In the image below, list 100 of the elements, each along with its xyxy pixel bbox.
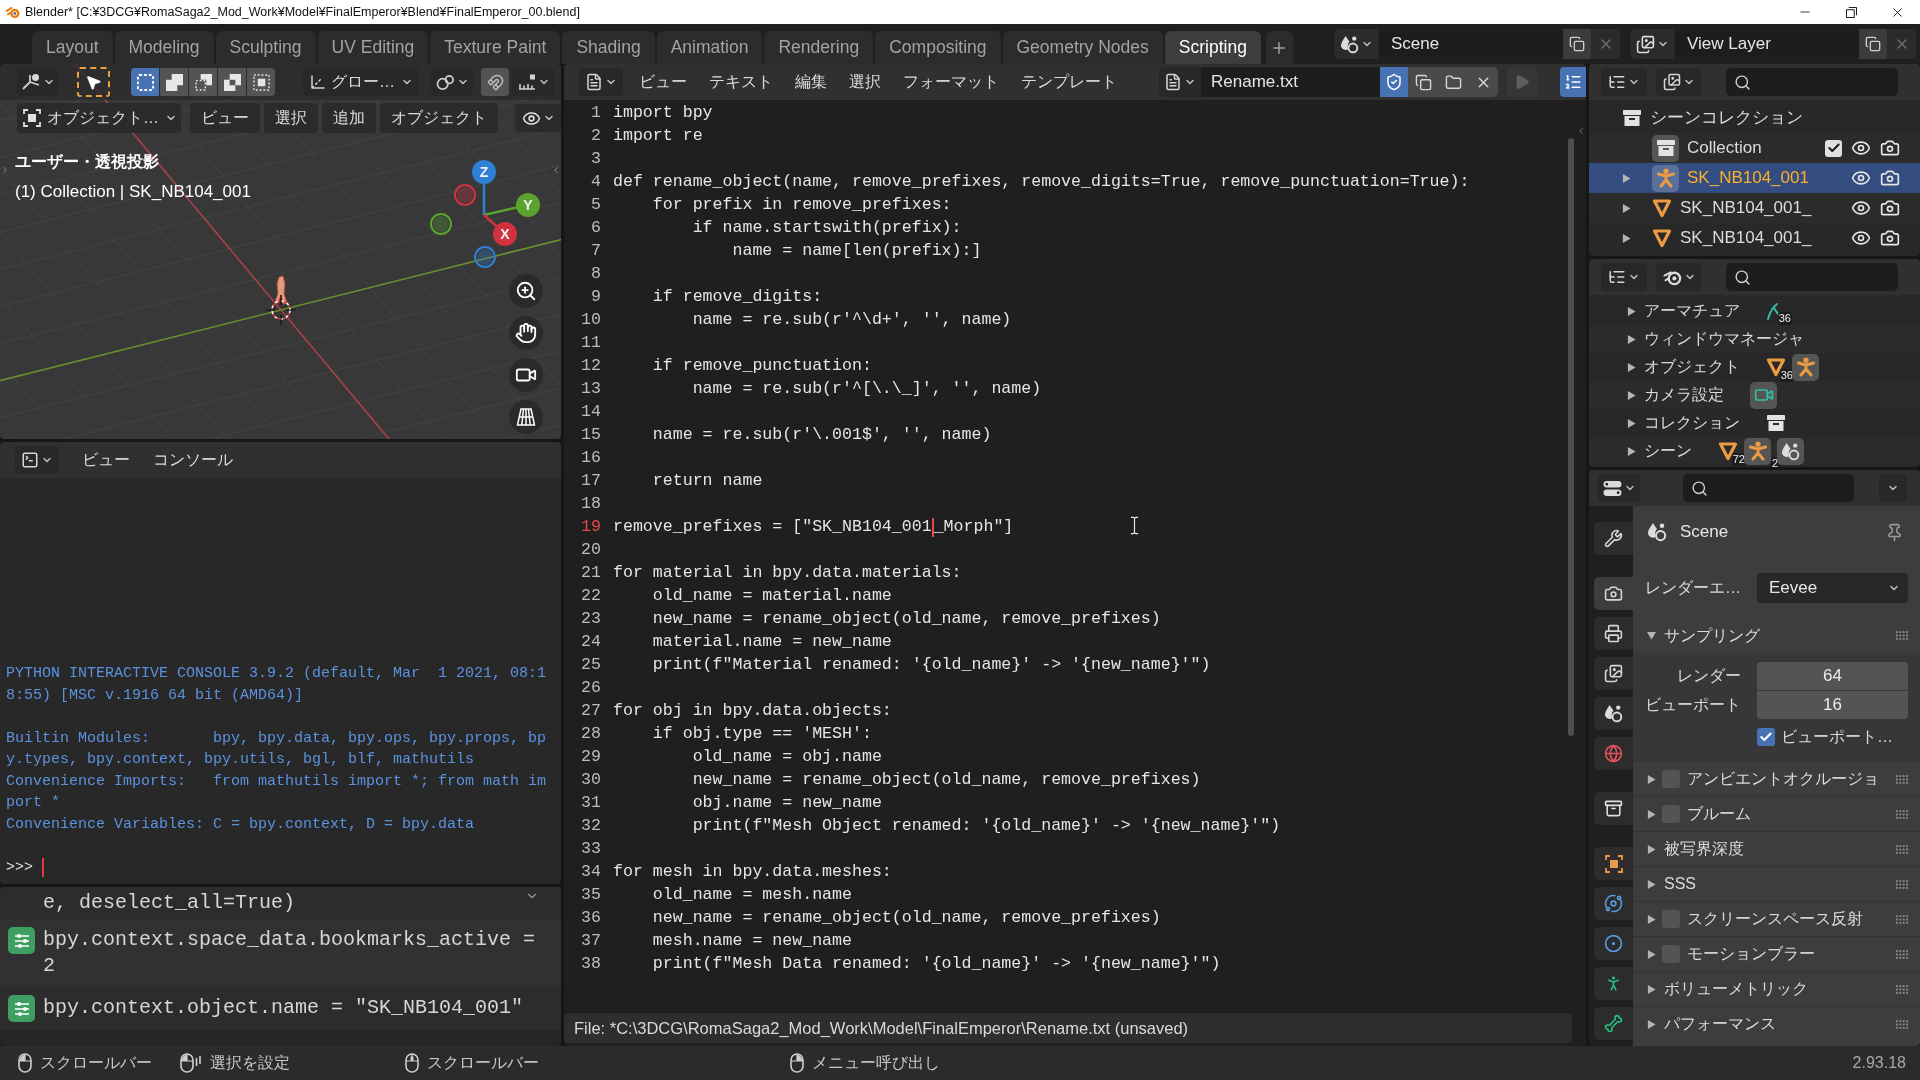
editor-type-button[interactable]: [1598, 474, 1640, 502]
orientation-dropdown[interactable]: グロー…: [303, 68, 419, 96]
workspace-tab[interactable]: Compositing: [875, 31, 1001, 64]
outliner-row[interactable]: SK_NB104_001: [1589, 163, 1920, 193]
properties-tab[interactable]: [1594, 657, 1633, 690]
panel-header[interactable]: モーションブラー: [1633, 936, 1920, 971]
properties-tab[interactable]: [1594, 1007, 1633, 1040]
filter-dropdown[interactable]: [1656, 263, 1702, 291]
properties-tab[interactable]: [1594, 967, 1633, 1000]
menu-button[interactable]: 選択: [264, 103, 318, 133]
camera-icon[interactable]: [1880, 138, 1900, 158]
number-field[interactable]: 64: [1757, 661, 1908, 690]
add-workspace-button[interactable]: [1265, 31, 1293, 64]
panel-header[interactable]: スクリーンスペース反射: [1633, 901, 1920, 936]
workspace-tab[interactable]: Animation: [656, 31, 763, 64]
mode-dropdown[interactable]: オブジェクト…: [17, 103, 181, 133]
number-field[interactable]: 16: [1757, 690, 1908, 719]
display-mode-dropdown[interactable]: [1601, 68, 1647, 96]
text-name-field[interactable]: Rename.txt: [1201, 67, 1380, 97]
workspace-tab[interactable]: UV Editing: [317, 31, 429, 64]
properties-tab[interactable]: [1594, 617, 1633, 650]
properties-tab[interactable]: [1594, 697, 1633, 730]
duplicate-button[interactable]: [1563, 29, 1591, 59]
panel-header[interactable]: サンプリング: [1633, 618, 1920, 653]
triangle-right-icon[interactable]: [1627, 334, 1636, 344]
triangle-right-icon[interactable]: [1647, 914, 1656, 924]
eye-icon[interactable]: [1851, 228, 1871, 248]
menu-button[interactable]: ビュー: [639, 70, 687, 94]
triangle-right-icon[interactable]: [1647, 1019, 1656, 1029]
selection-mode-button[interactable]: [218, 68, 246, 96]
triangle-right-icon[interactable]: [1647, 879, 1656, 889]
line-numbers-toggle[interactable]: [1560, 67, 1586, 97]
drag-handle-icon[interactable]: [1896, 949, 1908, 959]
drag-handle-icon[interactable]: [1896, 631, 1908, 640]
workspace-tab[interactable]: Layout: [32, 31, 113, 64]
workspace-tab[interactable]: Rendering: [764, 31, 874, 64]
axis-ring-icon[interactable]: [474, 246, 496, 268]
duplicate-button[interactable]: [1859, 29, 1887, 59]
menu-button[interactable]: 編集: [795, 70, 827, 94]
triangle-right-icon[interactable]: [1622, 233, 1631, 243]
triangle-down-icon[interactable]: [1647, 631, 1656, 640]
menu-button[interactable]: 追加: [322, 103, 376, 133]
properties-tab[interactable]: [1594, 847, 1633, 880]
menu-button[interactable]: 選択: [849, 70, 881, 94]
workspace-tab[interactable]: Sculpting: [215, 31, 316, 64]
workspace-tab[interactable]: Geometry Nodes: [1002, 31, 1163, 64]
snap-toggle[interactable]: [481, 68, 509, 96]
panel-header[interactable]: パフォーマンス: [1633, 1006, 1920, 1041]
properties-tab[interactable]: [1594, 927, 1633, 960]
drag-handle-icon[interactable]: [1896, 984, 1908, 994]
camera-icon[interactable]: [1880, 168, 1900, 188]
drag-handle-icon[interactable]: [1896, 844, 1908, 854]
editor-type-button[interactable]: [17, 68, 58, 96]
triangle-right-icon[interactable]: [1647, 844, 1656, 854]
menu-button[interactable]: ビュー: [82, 448, 130, 472]
menu-button[interactable]: コンソール: [153, 448, 233, 472]
triangle-right-icon[interactable]: [1627, 306, 1636, 316]
triangle-right-icon[interactable]: [1647, 949, 1656, 959]
snap-target-dropdown[interactable]: [512, 68, 555, 96]
unlink-button[interactable]: [1468, 67, 1498, 97]
menu-button[interactable]: オブジェクト: [380, 103, 498, 133]
panel-header[interactable]: ブルーム: [1633, 796, 1920, 831]
triangle-right-icon[interactable]: [1627, 418, 1636, 428]
browse-button[interactable]: [1159, 67, 1201, 97]
editor-type-button[interactable]: [579, 68, 623, 96]
triangle-right-icon[interactable]: [1647, 984, 1656, 994]
render-engine-dropdown[interactable]: Eevee: [1757, 573, 1908, 603]
properties-tab[interactable]: [1594, 887, 1633, 920]
camera-icon[interactable]: [1880, 198, 1900, 218]
triangle-right-icon[interactable]: [1647, 809, 1656, 819]
workspace-tab[interactable]: Scripting: [1164, 31, 1261, 64]
search-field[interactable]: [1726, 68, 1898, 96]
panel-header[interactable]: アンビエントオクルージョ: [1633, 761, 1920, 796]
checkbox[interactable]: [1757, 728, 1775, 746]
triangle-right-icon[interactable]: [1627, 446, 1636, 456]
triangle-right-icon[interactable]: [1627, 362, 1636, 372]
editor-type-button[interactable]: [15, 446, 58, 474]
browse-button[interactable]: [1334, 29, 1379, 59]
workspace-tab[interactable]: Shading: [562, 31, 655, 64]
selection-mode-button[interactable]: [131, 68, 159, 96]
menu-button[interactable]: フォーマット: [903, 70, 999, 94]
panel-header[interactable]: SSS: [1633, 866, 1920, 901]
panel-header[interactable]: ボリューメトリック: [1633, 971, 1920, 1006]
properties-tab[interactable]: [1594, 522, 1633, 555]
drag-handle-icon[interactable]: [1896, 809, 1908, 819]
eye-icon[interactable]: [1851, 138, 1871, 158]
triangle-right-icon[interactable]: [1647, 774, 1656, 784]
triangle-right-icon[interactable]: [1627, 390, 1636, 400]
workspace-tab[interactable]: Modeling: [114, 31, 214, 64]
select-tool-button[interactable]: [77, 67, 110, 97]
fake-user-toggle[interactable]: [1380, 67, 1408, 97]
workspace-tab[interactable]: Texture Paint: [430, 31, 561, 64]
selection-mode-button[interactable]: [160, 68, 188, 96]
selection-mode-button[interactable]: [247, 68, 275, 96]
menu-button[interactable]: ビュー: [190, 103, 260, 133]
panel-header[interactable]: 被写界深度: [1633, 831, 1920, 866]
overlay-dropdown[interactable]: [515, 104, 561, 132]
search-field[interactable]: [1726, 263, 1898, 291]
tree-row[interactable]: シーン 72 2: [1589, 437, 1920, 465]
triangle-right-icon[interactable]: [1622, 173, 1631, 183]
